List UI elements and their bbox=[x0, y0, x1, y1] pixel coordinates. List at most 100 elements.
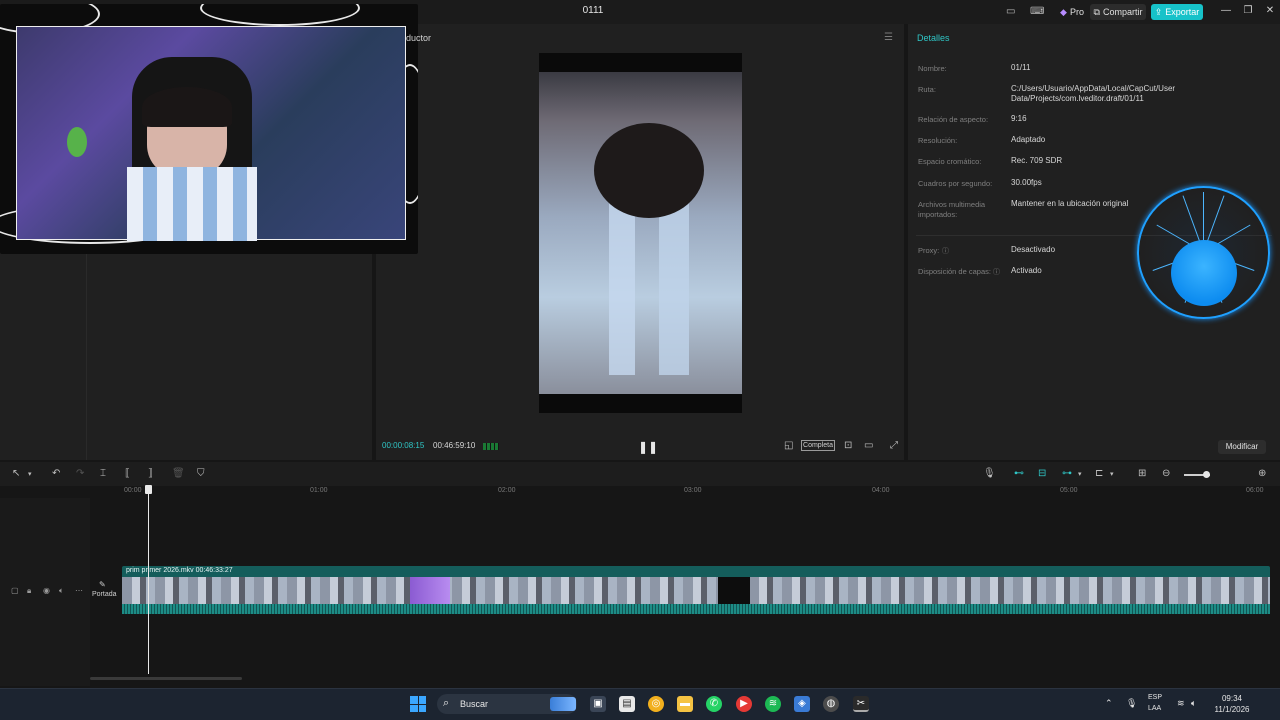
split-left-icon[interactable]: ⟦ bbox=[125, 468, 130, 479]
ruler-tick: 03:00 bbox=[684, 487, 702, 494]
chevron-down-icon[interactable]: ▾ bbox=[28, 470, 32, 478]
timeline-toolbar bbox=[0, 462, 1280, 486]
maximize-button[interactable]: ❐ bbox=[1240, 5, 1256, 16]
link-clips-icon[interactable]: ⊷ bbox=[1014, 468, 1024, 479]
volume-icon[interactable]: 🔈︎ bbox=[1191, 698, 1196, 709]
file-explorer-icon[interactable]: ▬ bbox=[677, 696, 693, 712]
zoom-fit-icon[interactable]: ⊕ bbox=[1258, 468, 1266, 479]
ruler-tick: 00:00 bbox=[124, 487, 142, 494]
info-icon[interactable]: ⓘ bbox=[993, 267, 1000, 277]
modify-button[interactable]: Modificar bbox=[1218, 440, 1266, 454]
track-toggle-icon[interactable]: ▢ bbox=[11, 586, 19, 595]
detail-value-aspect: 9:16 bbox=[1011, 114, 1027, 123]
microphone-icon[interactable]: 🎙 bbox=[1126, 698, 1137, 709]
detail-value-path: C:/Users/Usuario/AppData/Local/CapCut/Us… bbox=[1011, 84, 1176, 103]
share-button[interactable]: ⧉ Compartir bbox=[1090, 4, 1146, 20]
clock-time[interactable]: 09:34 bbox=[1212, 694, 1252, 703]
microphone-icon[interactable]: 🎙 bbox=[983, 468, 996, 479]
capcut-window: ✂ 0111 ▭ ⌨ ◆ Pro ⧉ Compartir ⇪ Exportar … bbox=[0, 0, 1280, 720]
audio-visualizer bbox=[1137, 186, 1270, 319]
detail-label-fps: Cuadros por segundo: bbox=[918, 179, 993, 188]
zoom-slider-handle[interactable] bbox=[1203, 471, 1210, 478]
delete-icon[interactable]: 🗑 bbox=[172, 468, 185, 479]
edit-cover-icon[interactable]: ✎ bbox=[99, 580, 106, 589]
details-tab[interactable]: Detalles bbox=[917, 33, 950, 43]
clip-waveform bbox=[122, 604, 1270, 614]
detail-label-aspect: Relación de aspecto: bbox=[918, 115, 989, 124]
store-icon[interactable]: ▤ bbox=[619, 696, 635, 712]
spotify-icon[interactable]: ≋ bbox=[765, 696, 781, 712]
ratio-icon[interactable]: ▭ bbox=[864, 440, 873, 451]
pro-label: Pro bbox=[1069, 7, 1084, 17]
shield-icon[interactable]: ⛉ bbox=[197, 468, 205, 479]
split-right-icon[interactable]: ⟧ bbox=[148, 468, 153, 479]
diamond-icon: ◆ bbox=[1060, 6, 1067, 17]
wifi-icon[interactable]: ≋ bbox=[1177, 698, 1185, 709]
app-icon[interactable]: ◈ bbox=[794, 696, 810, 712]
search-icon: ⌕ bbox=[443, 697, 450, 709]
audio-meter bbox=[483, 443, 499, 450]
shortcuts-icon[interactable]: ⌨ bbox=[1030, 6, 1044, 17]
chevron-down-icon[interactable]: ▾ bbox=[1110, 470, 1114, 478]
capcut-icon[interactable]: ✂ bbox=[853, 696, 869, 712]
whatsapp-icon[interactable]: ✆ bbox=[706, 696, 722, 712]
detail-label-name: Nombre: bbox=[918, 64, 947, 73]
obs-icon[interactable]: ◍ bbox=[823, 696, 839, 712]
ruler-tick: 06:00 bbox=[1246, 487, 1264, 494]
chevron-down-icon[interactable]: ▾ bbox=[1078, 470, 1082, 478]
caption-icon[interactable]: ⊞ bbox=[1138, 468, 1146, 479]
close-button[interactable]: ✕ bbox=[1262, 5, 1278, 16]
snap-icon[interactable]: ⊶ bbox=[1062, 468, 1072, 479]
zoom-out-icon[interactable]: ⊖ bbox=[1162, 468, 1170, 479]
eye-icon[interactable]: ◉ bbox=[43, 586, 50, 595]
play-pause-icon[interactable]: ❚❚ bbox=[638, 440, 658, 454]
playhead-handle[interactable] bbox=[145, 485, 152, 494]
pro-button[interactable]: ◆ Pro bbox=[1058, 4, 1086, 20]
cover-label[interactable]: Portada bbox=[92, 591, 117, 598]
task-view-icon[interactable]: ▣ bbox=[590, 696, 606, 712]
player-label: ductor bbox=[406, 33, 432, 43]
share-label: Compartir bbox=[1102, 7, 1143, 17]
language-indicator[interactable]: ESP bbox=[1148, 694, 1162, 701]
webcam-overlay bbox=[0, 4, 418, 254]
detail-value-colorspace: Rec. 709 SDR bbox=[1011, 156, 1063, 165]
menu-icon[interactable]: ☰ bbox=[884, 32, 893, 43]
detail-value-resolution: Adaptado bbox=[1011, 135, 1046, 144]
complete-view-button[interactable]: Completa bbox=[801, 440, 835, 451]
ruler-tick: 01:00 bbox=[310, 487, 328, 494]
video-preview[interactable] bbox=[539, 53, 742, 413]
info-icon[interactable]: ⓘ bbox=[942, 246, 949, 256]
chevron-up-icon[interactable]: ⌃ bbox=[1105, 698, 1113, 709]
webcam-video bbox=[16, 26, 406, 241]
fullscreen-icon[interactable]: ⤢ bbox=[890, 440, 898, 451]
crop-icon[interactable]: ◱ bbox=[784, 440, 793, 451]
screenshot-icon[interactable]: ⊡ bbox=[844, 440, 852, 451]
chrome-icon[interactable]: ◎ bbox=[648, 696, 664, 712]
share-icon: ⧉ bbox=[1093, 6, 1100, 17]
speaker-icon[interactable]: 🔈︎ bbox=[59, 586, 64, 596]
playhead[interactable] bbox=[148, 486, 149, 674]
windows-start-icon[interactable] bbox=[410, 696, 426, 712]
lock-icon[interactable]: 🔒︎ bbox=[27, 586, 31, 596]
export-button[interactable]: ⇪ Exportar bbox=[1151, 4, 1203, 20]
clip-label: prim primer 2026.mkv 00:46:33:27 bbox=[126, 567, 233, 574]
keyboard-layout[interactable]: LAA bbox=[1148, 705, 1161, 712]
detail-value-name: 01/11 bbox=[1011, 63, 1031, 72]
media-player-icon[interactable]: ▶ bbox=[736, 696, 752, 712]
split-icon[interactable]: ⌶ bbox=[100, 468, 106, 479]
preview-axis-icon[interactable]: ⊏ bbox=[1095, 468, 1103, 479]
undo-icon[interactable]: ↶ bbox=[52, 468, 60, 479]
export-label: Exportar bbox=[1165, 7, 1200, 17]
main-track-icon[interactable]: ⊟ bbox=[1038, 468, 1046, 479]
select-tool-icon[interactable]: ↖ bbox=[12, 468, 20, 479]
layout-icon[interactable]: ▭ bbox=[1006, 6, 1015, 17]
more-icon[interactable]: ⋯ bbox=[75, 586, 83, 595]
redo-icon[interactable]: ↷ bbox=[76, 468, 84, 479]
total-timecode: 00:46:59:10 bbox=[433, 441, 476, 450]
clock-date[interactable]: 11/1/2026 bbox=[1212, 705, 1252, 714]
minimize-button[interactable]: — bbox=[1218, 5, 1234, 16]
horizontal-scrollbar[interactable] bbox=[90, 677, 242, 680]
visualizer-core bbox=[1171, 240, 1237, 306]
ruler-tick: 04:00 bbox=[872, 487, 890, 494]
project-title: 0111 bbox=[582, 5, 604, 16]
